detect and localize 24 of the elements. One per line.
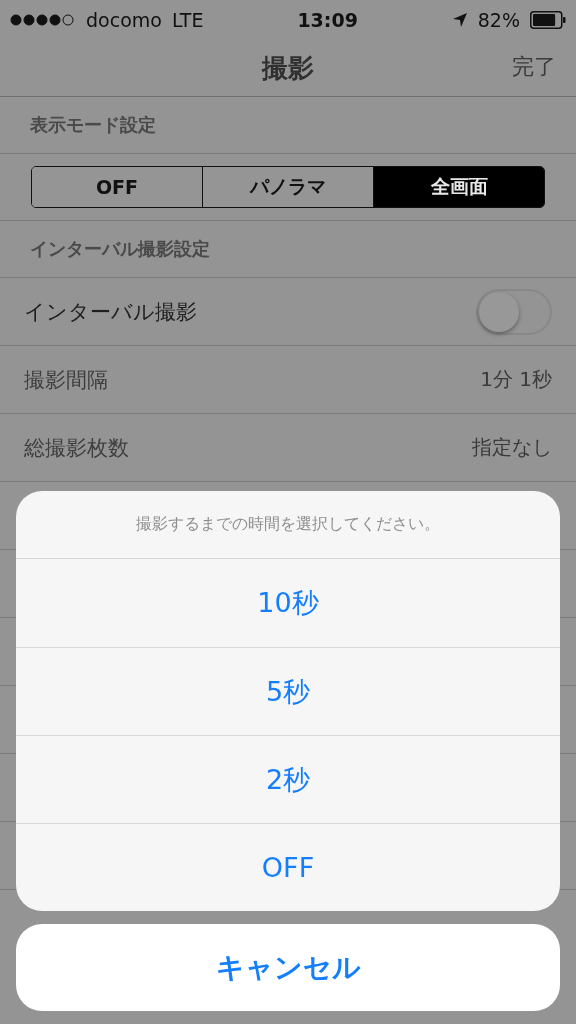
action-option[interactable]: OFF	[16, 823, 560, 911]
nav-title: 撮影	[262, 51, 314, 85]
location-arrow-icon	[451, 12, 468, 28]
carrier-name: docomo	[86, 9, 162, 31]
cancel-button[interactable]: キャンセル	[16, 924, 560, 1011]
action-option[interactable]: 2秒	[16, 735, 560, 823]
battery-percentage: 82%	[477, 9, 520, 31]
segment-button[interactable]: 全画面	[373, 167, 544, 207]
row-label: 総撮影枚数	[24, 434, 129, 462]
action-option[interactable]: 10秒	[16, 559, 560, 647]
clock-time: 13:09	[297, 9, 358, 31]
row-label: インターバル撮影	[24, 298, 197, 326]
done-button[interactable]: 完了	[512, 52, 556, 82]
sheet-message: 撮影するまでの時間を選択してください。	[16, 491, 560, 559]
row-value: 1分 1秒	[480, 366, 552, 393]
battery-icon	[530, 11, 566, 29]
row-value: 指定なし	[472, 434, 552, 461]
toggle-switch[interactable]	[476, 288, 552, 335]
network-type: LTE	[171, 9, 204, 31]
row-label: 撮影間隔	[24, 366, 108, 394]
section-header: 表示モード設定	[0, 97, 576, 154]
signal-strength-icon	[10, 14, 76, 26]
section-header: インターバル撮影設定	[0, 221, 576, 278]
action-option[interactable]: 5秒	[16, 647, 560, 735]
